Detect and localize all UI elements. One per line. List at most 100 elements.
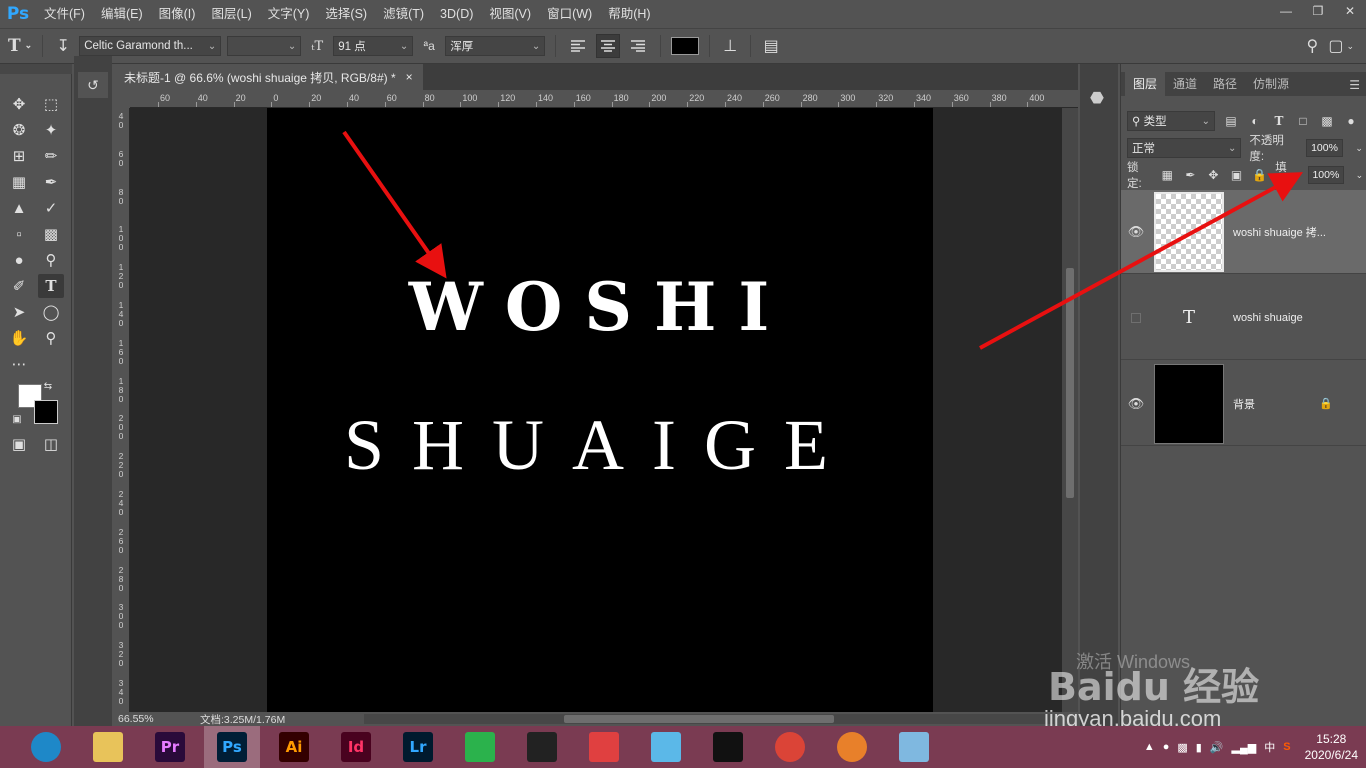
dodge-tool-icon[interactable]: ⚲ (38, 248, 64, 272)
filter-shape-icon[interactable]: □ (1295, 114, 1311, 128)
swap-colors-icon[interactable]: ⇆ (40, 378, 56, 394)
gradient-tool-icon[interactable]: ▩ (38, 222, 64, 246)
horizontal-scrollbar[interactable] (364, 714, 1054, 724)
tray-up-arrow-icon[interactable]: ▲ (1144, 741, 1155, 753)
layer-filter-select[interactable]: ⚲ 类型 ⌄ (1127, 111, 1215, 131)
horizontal-scroll-thumb[interactable] (564, 715, 834, 723)
menu-file[interactable]: 文件(F) (36, 0, 93, 28)
filter-toggle-icon[interactable]: ● (1343, 114, 1359, 128)
tray-network-icon[interactable]: ▩ (1177, 741, 1187, 754)
layer-row[interactable]: T woshi shuaige (1121, 276, 1366, 360)
taskbar-lightroom[interactable]: Lr (390, 726, 446, 768)
lock-transparent-pixels-icon[interactable]: ▦ (1160, 168, 1175, 182)
background-color-swatch[interactable] (34, 400, 58, 424)
close-tab-icon[interactable]: × (406, 70, 413, 84)
fill-dropdown-icon[interactable]: ⌄ (1352, 170, 1366, 181)
menu-layer[interactable]: 图层(L) (203, 0, 259, 28)
menu-help[interactable]: 帮助(H) (600, 0, 658, 28)
taskbar-qq[interactable] (700, 726, 756, 768)
tab-clone-source[interactable]: 仿制源 (1245, 72, 1297, 96)
path-selection-tool-icon[interactable]: ➤ (6, 300, 32, 324)
taskbar-indesign[interactable]: Id (328, 726, 384, 768)
default-colors-icon[interactable]: ▣ (10, 412, 24, 426)
filter-adjustment-icon[interactable]: ◐ (1247, 114, 1263, 128)
clone-stamp-tool-icon[interactable]: ▲ (6, 196, 32, 220)
font-family-select[interactable]: Celtic Garamond th... ⌄ (79, 36, 222, 56)
filter-type-icon[interactable]: T (1271, 114, 1287, 128)
hand-tool-icon[interactable]: ✋ (6, 326, 32, 350)
taskbar-chrome[interactable] (762, 726, 818, 768)
panel-menu-icon[interactable]: ☰ (1349, 78, 1360, 92)
canvas-area[interactable]: WOSHI SHUAIGE (130, 108, 1062, 712)
vertical-scroll-thumb[interactable] (1066, 268, 1074, 498)
history-brush-tool-icon[interactable]: ✓ (38, 196, 64, 220)
align-center-button[interactable] (596, 34, 621, 58)
minimize-icon[interactable]: — (1270, 0, 1302, 22)
move-tool-icon[interactable]: ✥ (6, 92, 32, 116)
lock-artboard-icon[interactable]: ▣ (1229, 168, 1244, 182)
menu-image[interactable]: 图像(I) (151, 0, 204, 28)
font-style-select[interactable]: ⌄ (227, 36, 302, 56)
zoom-tool-icon[interactable]: ⚲ (38, 326, 64, 350)
3d-panel-icon[interactable]: ⬣ (1090, 88, 1104, 108)
tray-qq-icon[interactable]: ● (1163, 741, 1170, 753)
blur-tool-icon[interactable]: ● (6, 248, 32, 272)
tray-volume-icon[interactable]: 🔊 (1210, 741, 1224, 754)
brush-tool-icon[interactable]: ✒ (38, 170, 64, 194)
lasso-tool-icon[interactable]: ❂ (6, 118, 32, 142)
taskbar-explorer[interactable] (80, 726, 136, 768)
type-tool-icon[interactable]: T (38, 274, 64, 298)
layer-name[interactable]: woshi shuaige 拷... (1233, 224, 1333, 240)
taskbar-app-note[interactable] (886, 726, 942, 768)
taskbar-browser[interactable] (18, 726, 74, 768)
screen-mode-icon[interactable]: ◫ (38, 432, 64, 456)
document-tab[interactable]: 未标题-1 @ 66.6% (woshi shuaige 拷贝, RGB/8#)… (114, 64, 423, 90)
type-tool-preset-icon[interactable]: T ⌄ (8, 35, 32, 57)
antialias-select[interactable]: 浑厚 ⌄ (445, 36, 546, 56)
text-color-swatch[interactable] (671, 37, 700, 55)
blend-mode-select[interactable]: 正常 ⌄ (1127, 138, 1242, 158)
menu-3d[interactable]: 3D(D) (432, 0, 481, 28)
lock-image-pixels-icon[interactable]: ✒ (1183, 168, 1198, 182)
lock-position-icon[interactable]: ✥ (1206, 168, 1221, 182)
taskbar-video-editor[interactable] (514, 726, 570, 768)
taskbar-app-orange[interactable] (824, 726, 880, 768)
history-panel-icon[interactable]: ↺ (78, 72, 108, 98)
pen-tool-icon[interactable]: ✐ (6, 274, 32, 298)
filter-pixel-icon[interactable]: ▤ (1223, 114, 1239, 128)
workspace-icon[interactable]: ▢ ⌄ (1328, 35, 1354, 57)
marquee-tool-icon[interactable]: ⬚ (38, 92, 64, 116)
menu-edit[interactable]: 编辑(E) (93, 0, 151, 28)
layer-row[interactable]: 👁 背景 🔒 (1121, 362, 1366, 446)
filter-smart-object-icon[interactable]: ▩ (1319, 114, 1335, 128)
sogou-icon[interactable]: S (1283, 741, 1290, 753)
zoom-level[interactable]: 66.55% (114, 713, 160, 725)
healing-brush-tool-icon[interactable]: ▦ (6, 170, 32, 194)
menu-filter[interactable]: 滤镜(T) (375, 0, 432, 28)
warp-text-icon[interactable]: ⊥ (720, 35, 740, 57)
taskbar-illustrator[interactable]: Ai (266, 726, 322, 768)
clock[interactable]: 15:28 2020/6/24 (1305, 731, 1358, 763)
font-size-select[interactable]: 91 点 ⌄ (333, 36, 414, 56)
layer-name[interactable]: 背景 (1233, 396, 1319, 412)
align-right-button[interactable] (626, 34, 650, 58)
layer-row[interactable]: 👁 woshi shuaige 拷... (1121, 190, 1366, 274)
eyedropper-tool-icon[interactable]: ✏ (38, 144, 64, 168)
opacity-dropdown-icon[interactable]: ⌄ (1351, 143, 1366, 154)
tab-paths[interactable]: 路径 (1205, 72, 1245, 96)
opacity-input[interactable]: 100% (1305, 139, 1344, 157)
character-panel-icon[interactable]: ▤ (761, 35, 781, 57)
close-icon[interactable]: ✕ (1334, 0, 1366, 22)
taskbar-app-green[interactable] (452, 726, 508, 768)
taskbar-app-bird[interactable] (638, 726, 694, 768)
menu-window[interactable]: 窗口(W) (539, 0, 600, 28)
tray-battery-icon[interactable]: ▮ (1196, 741, 1202, 754)
ellipse-tool-icon[interactable]: ◯ (38, 300, 64, 324)
quick-mask-icon[interactable]: ▣ (6, 432, 32, 456)
tray-signal-icon[interactable]: ▂▄▆ (1232, 741, 1257, 754)
vertical-scrollbar[interactable] (1062, 108, 1078, 712)
document-canvas[interactable]: WOSHI SHUAIGE (267, 108, 933, 712)
lock-all-icon[interactable]: 🔒 (1252, 168, 1267, 182)
tab-channels[interactable]: 通道 (1165, 72, 1205, 96)
crop-tool-icon[interactable]: ⊞ (6, 144, 32, 168)
